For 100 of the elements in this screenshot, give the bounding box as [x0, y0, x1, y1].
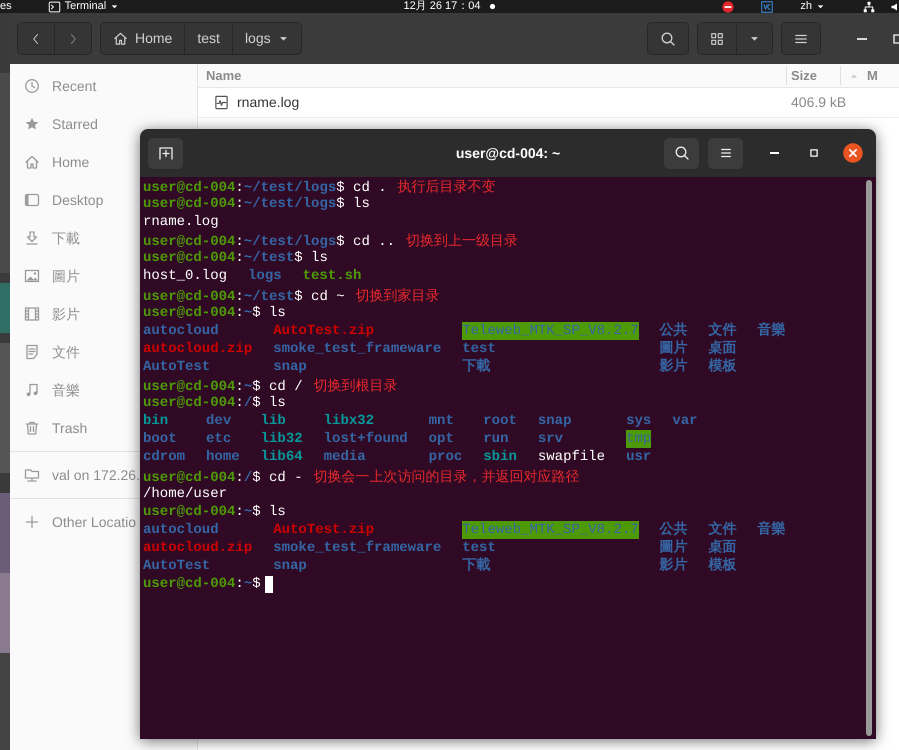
- network-icon[interactable]: [863, 0, 875, 12]
- document-icon: [24, 344, 40, 360]
- shell-prompt: user@cd-004:/$: [143, 394, 261, 412]
- shell-prompt: user@cd-004:~/test$: [143, 288, 303, 306]
- listing-entry: autocloud: [143, 520, 219, 539]
- listing-entry: 下載: [462, 358, 490, 376]
- network-folder-icon: [24, 467, 40, 483]
- clock[interactable]: 12月 26 17：04: [403, 0, 481, 13]
- sidebar-item[interactable]: Other Locatio: [10, 503, 140, 541]
- code-editor-icon[interactable]: [761, 0, 774, 12]
- listing-entry: tmp: [626, 430, 652, 448]
- search-button[interactable]: [664, 138, 699, 168]
- grid-icon: [710, 32, 724, 46]
- sidebar-item[interactable]: 圖片: [10, 257, 84, 295]
- minimize-icon: [770, 152, 778, 154]
- listing-entry: autocloud.zip: [143, 538, 252, 557]
- file-name: rname.log: [237, 93, 300, 112]
- sidebar-item[interactable]: 音樂: [10, 371, 84, 409]
- sidebar-item[interactable]: 下載: [10, 219, 84, 257]
- sidebar-item[interactable]: Trash: [10, 409, 92, 447]
- listing-entry: var: [672, 412, 698, 430]
- home-icon: [24, 154, 40, 170]
- listing-entry: bin: [143, 412, 168, 430]
- language-menu[interactable]: zh: [800, 0, 825, 13]
- listing-entry: Teleweb_MTK_SP_V8.2.7: [462, 322, 639, 340]
- listing-entry: proc: [428, 448, 462, 466]
- speaker-icon[interactable]: [891, 0, 899, 12]
- path-button[interactable]: Home: [101, 23, 186, 54]
- annotation-text: 切换到上一级目录: [406, 231, 518, 250]
- listing-entry: home: [206, 448, 240, 466]
- film-icon: [24, 306, 40, 322]
- annotation-text: 执行后目录不变: [398, 177, 496, 196]
- file-size: 406.9 kB: [791, 94, 846, 110]
- column-header[interactable]: M: [840, 66, 899, 86]
- no-entry-icon[interactable]: [722, 0, 734, 12]
- desktop-icon: [24, 192, 40, 208]
- listing-entry: smoke_test_frameware: [273, 340, 442, 358]
- listing-entry: snap: [273, 358, 307, 376]
- command-text: ls: [269, 394, 286, 412]
- listing-entry: sbin: [483, 448, 517, 466]
- terminal-icon: [48, 0, 61, 12]
- file-row[interactable]: rname.log 406.9 kB: [198, 88, 899, 118]
- listing-entry: logs: [248, 267, 282, 286]
- column-header[interactable]: Name: [198, 66, 786, 86]
- maximize-icon: [809, 148, 819, 158]
- listing-entry: 影片: [660, 556, 688, 576]
- listing-entry: 影片: [660, 358, 688, 376]
- shell-prompt: user@cd-004:~/test$: [143, 249, 303, 268]
- new-tab-button[interactable]: [148, 138, 183, 168]
- scrollbar[interactable]: [866, 180, 872, 736]
- listing-entry: test: [462, 538, 496, 557]
- sidebar-item[interactable]: 文件: [10, 333, 84, 371]
- listing-entry: 公共: [660, 322, 688, 340]
- sidebar-item[interactable]: Desktop: [10, 181, 108, 219]
- sidebar-item[interactable]: val on 172.26.: [10, 456, 144, 494]
- command-text: cd -: [269, 468, 303, 487]
- listing-entry: smoke_test_frameware: [273, 538, 442, 557]
- image-icon: [24, 268, 40, 284]
- menu-button[interactable]: [782, 23, 820, 54]
- listing-entry: 圖片: [660, 340, 688, 358]
- shell-prompt: user@cd-004:~/test/logs$: [143, 179, 345, 196]
- window-title: user@cd-004: ~: [456, 144, 560, 160]
- path-button[interactable]: test: [185, 23, 233, 54]
- listing-entry: snap: [273, 556, 307, 576]
- shell-prompt: user@cd-004:~$: [143, 378, 261, 396]
- sidebar-item[interactable]: Starred: [10, 105, 102, 143]
- sidebar-item[interactable]: Recent: [10, 67, 100, 105]
- listing-entry: 音樂: [758, 322, 786, 340]
- listing-entry: 下載: [462, 556, 490, 576]
- listing-entry: 模板: [708, 358, 737, 376]
- command-text: ls: [269, 304, 286, 322]
- listing-entry: run: [483, 430, 508, 448]
- listing-entry: 桌面: [708, 340, 737, 358]
- command-text: cd ~: [311, 288, 345, 306]
- listing-entry: srv: [538, 430, 564, 448]
- download-icon: [24, 230, 40, 246]
- listing-entry: 文件: [708, 520, 737, 539]
- search-button[interactable]: [648, 23, 688, 54]
- panel-text: es: [0, 0, 12, 13]
- shell-prompt: user@cd-004:~$: [143, 502, 261, 521]
- listing-entry: opt: [428, 430, 454, 448]
- listing-entry: 音樂: [758, 520, 786, 539]
- listing-entry: lost+found: [324, 430, 408, 448]
- grid-view-button[interactable]: [698, 23, 737, 54]
- column-header[interactable]: Size: [786, 66, 840, 86]
- path-button[interactable]: logs: [232, 23, 301, 54]
- listing-entry: cdrom: [143, 448, 186, 466]
- shell-prompt: user@cd-004:~/test/logs$: [143, 195, 345, 214]
- sidebar-item[interactable]: Home: [10, 143, 94, 181]
- sidebar-item[interactable]: 影片: [10, 295, 84, 333]
- listing-entry: sys: [626, 412, 652, 430]
- command-text: cd ..: [353, 233, 396, 252]
- app-menu[interactable]: Terminal: [48, 0, 120, 13]
- trash-icon: [24, 420, 40, 436]
- home-icon: [113, 31, 128, 46]
- menu-button[interactable]: [708, 138, 743, 168]
- listing-entry: boot: [143, 430, 177, 448]
- plus-icon: [24, 514, 40, 530]
- listing-entry: 公共: [660, 520, 688, 539]
- close-button[interactable]: [842, 142, 864, 164]
